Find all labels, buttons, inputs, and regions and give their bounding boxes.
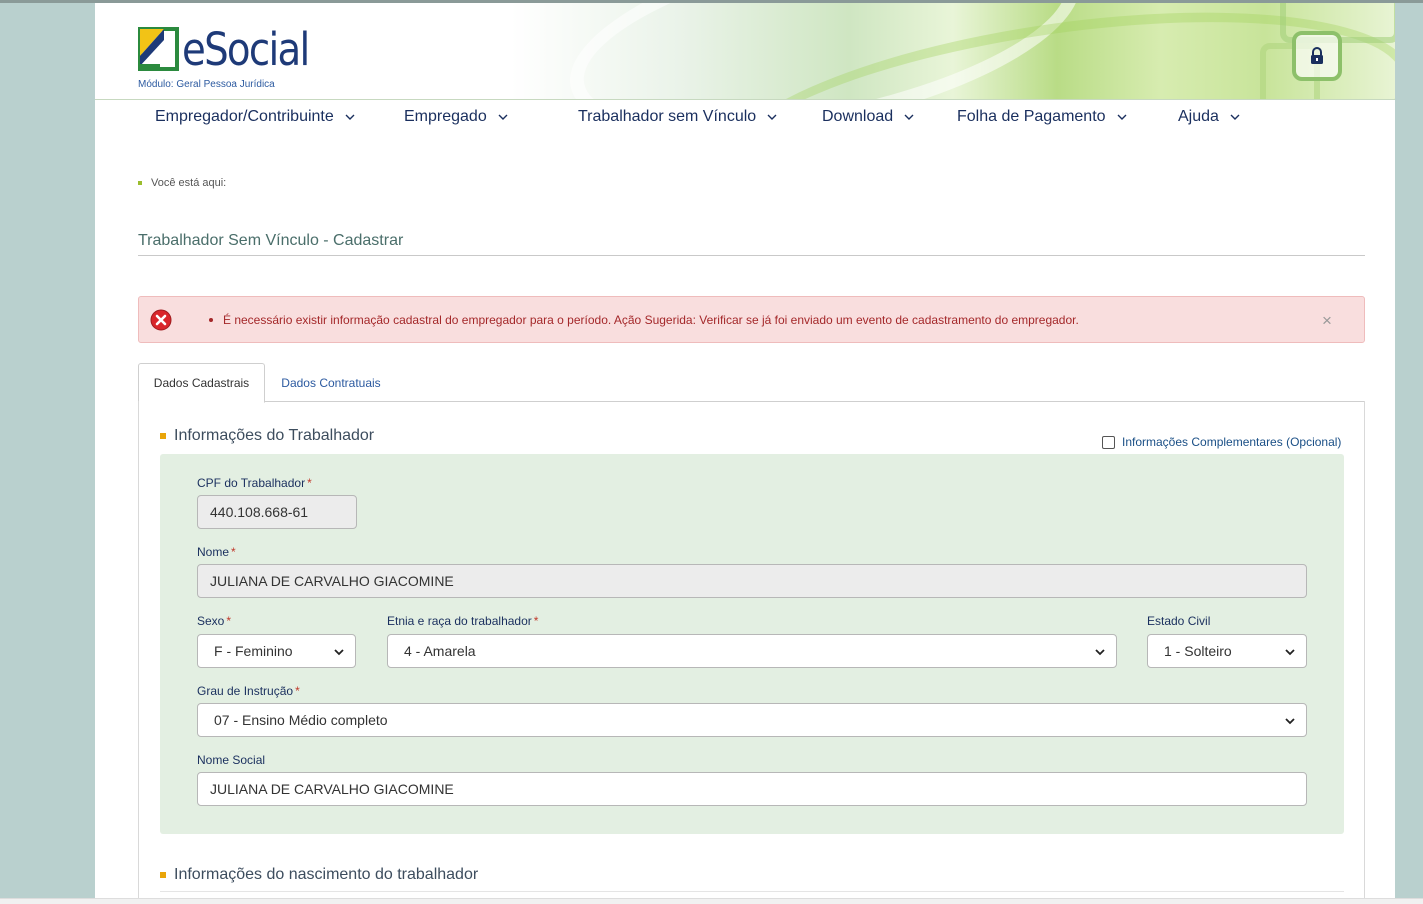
required-marker: * — [307, 476, 312, 490]
estado-civil-label: Estado Civil — [1147, 614, 1210, 628]
section-title: Informações do nascimento do trabalhador — [174, 866, 479, 883]
nav-item-trabalhador-sem-vinculo[interactable]: Trabalhador sem Vínculo — [578, 108, 778, 126]
chevron-down-icon — [1095, 649, 1105, 656]
sexo-select[interactable]: F - Feminino — [197, 634, 356, 668]
nome-social-label-text: Nome Social — [197, 753, 266, 767]
error-circle-icon — [150, 309, 172, 331]
required-marker: * — [231, 545, 236, 559]
optional-info-label: Informações Complementares (Opcional) — [1122, 435, 1342, 449]
nome-social-field[interactable]: JULIANA DE CARVALHO GIACOMINE — [197, 772, 1307, 806]
esocial-logo-text[interactable]: eSocial — [182, 25, 310, 75]
grau-instrucao-label-text: Grau de Instrução — [197, 684, 294, 698]
alert-message: É necessário existir informação cadastra… — [209, 313, 1079, 327]
checkbox-icon[interactable] — [1102, 435, 1115, 449]
grau-instrucao-select[interactable]: 07 - Ensino Médio completo — [197, 703, 1307, 737]
etnia-select[interactable]: 4 - Amarela — [387, 634, 1117, 668]
site-header: eSocial Módulo: Geral Pessoa Jurídica — [95, 3, 1395, 100]
alert-message-text: É necessário existir informação cadastra… — [223, 313, 1079, 327]
nav-item-label: Download — [822, 108, 894, 125]
chevron-down-icon — [334, 649, 344, 656]
logout-lock-button[interactable] — [1292, 31, 1342, 81]
section-bullet — [160, 872, 166, 878]
sexo-selected-value: F - Feminino — [214, 643, 293, 659]
cpf-label-text: CPF do Trabalhador — [197, 476, 306, 490]
required-marker: * — [533, 614, 539, 628]
breadcrumb: Você está aqui: — [138, 177, 226, 189]
breadcrumb-bullet — [138, 181, 142, 185]
tab-dados-contratuais[interactable]: Dados Contratuais — [268, 363, 394, 402]
section-header-birth: Informações do nascimento do trabalhador — [160, 866, 478, 884]
estado-civil-select[interactable]: 1 - Solteiro — [1147, 634, 1307, 668]
grau-instrucao-selected-value: 07 - Ensino Médio completo — [214, 712, 388, 728]
nome-field[interactable]: JULIANA DE CARVALHO GIACOMINE — [197, 564, 1307, 598]
required-marker: * — [226, 614, 232, 628]
optional-info-toggle[interactable]: Informações Complementares (Opcional) — [1102, 435, 1341, 449]
alert-bullet — [209, 318, 213, 322]
close-icon[interactable]: × — [1322, 311, 1332, 331]
tab-bar: Dados Cadastrais Dados Contratuais — [138, 363, 1365, 403]
chevron-down-icon — [767, 114, 777, 120]
etnia-label: Etnia e raça do trabalhador * — [387, 614, 538, 628]
main-nav: Empregador/Contribuinte Empregado Trabal… — [95, 100, 1395, 140]
breadcrumb-label: Você está aqui: — [151, 177, 227, 189]
nome-label: Nome * — [197, 545, 236, 559]
browser-bottom-bar — [0, 898, 1423, 904]
section-header-worker: Informações do Trabalhador — [160, 427, 374, 445]
chevron-down-icon — [1117, 114, 1127, 120]
esocial-logo-icon — [138, 27, 179, 71]
nav-item-download[interactable]: Download — [822, 108, 915, 126]
cpf-label: CPF do Trabalhador * — [197, 476, 312, 490]
nav-item-label: Trabalhador sem Vínculo — [578, 108, 757, 125]
nav-item-label: Ajuda — [1178, 108, 1219, 125]
section-title: Informações do Trabalhador — [174, 427, 375, 444]
chevron-down-icon — [1285, 649, 1295, 656]
chevron-down-icon — [345, 114, 355, 120]
section-bullet — [160, 433, 166, 439]
nav-item-folha-pagamento[interactable]: Folha de Pagamento — [957, 108, 1128, 126]
title-divider — [138, 255, 1365, 256]
chevron-down-icon — [904, 114, 914, 120]
sexo-label-text: Sexo — [197, 614, 225, 628]
chevron-down-icon — [1285, 718, 1295, 725]
chevron-down-icon — [498, 114, 508, 120]
section-divider — [160, 891, 1344, 892]
estado-civil-selected-value: 1 - Solteiro — [1164, 643, 1232, 659]
grau-instrucao-label: Grau de Instrução * — [197, 684, 300, 698]
nav-item-label: Empregado — [404, 108, 487, 125]
page-container: eSocial Módulo: Geral Pessoa Jurídica Em… — [95, 3, 1395, 904]
etnia-label-text: Etnia e raça do trabalhador — [387, 614, 532, 628]
sexo-label: Sexo * — [197, 614, 231, 628]
nome-label-text: Nome — [197, 545, 230, 559]
error-alert: É necessário existir informação cadastra… — [138, 296, 1365, 343]
module-label: Módulo: Geral Pessoa Jurídica — [138, 79, 275, 90]
nav-item-empregado[interactable]: Empregado — [404, 108, 509, 126]
nav-item-empregador[interactable]: Empregador/Contribuinte — [155, 108, 356, 126]
nav-item-label: Empregador/Contribuinte — [155, 108, 334, 125]
nav-item-ajuda[interactable]: Ajuda — [1178, 108, 1241, 126]
tab-dados-cadastrais[interactable]: Dados Cadastrais — [138, 363, 265, 403]
required-marker: * — [295, 684, 300, 698]
nome-social-label: Nome Social — [197, 753, 265, 767]
page-title: Trabalhador Sem Vínculo - Cadastrar — [138, 232, 404, 249]
nav-item-label: Folha de Pagamento — [957, 108, 1106, 125]
cpf-field[interactable]: 440.108.668-61 — [197, 495, 357, 529]
lock-icon — [1311, 47, 1323, 64]
estado-civil-label-text: Estado Civil — [1147, 614, 1211, 628]
chevron-down-icon — [1230, 114, 1240, 120]
etnia-selected-value: 4 - Amarela — [404, 643, 476, 659]
